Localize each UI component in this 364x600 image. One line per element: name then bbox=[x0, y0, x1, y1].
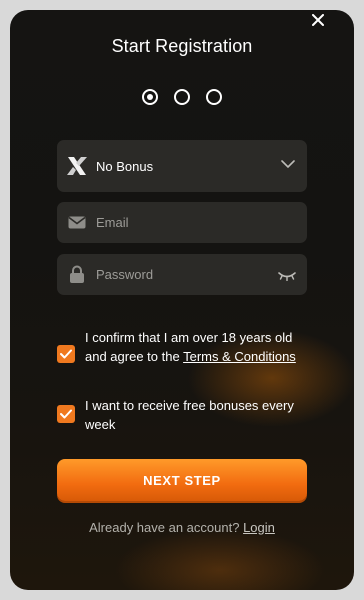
email-placeholder: Email bbox=[96, 215, 129, 230]
checkmark-icon bbox=[60, 409, 72, 419]
age-consent-label: I confirm that I am over 18 years old an… bbox=[85, 330, 296, 364]
login-prompt-text: Already have an account? bbox=[89, 520, 240, 535]
bonus-select-value: No Bonus bbox=[96, 158, 154, 174]
step-1-dot bbox=[142, 89, 158, 105]
chevron-down-icon bbox=[281, 157, 295, 172]
step-indicator bbox=[10, 89, 354, 105]
email-field[interactable]: Email bbox=[57, 202, 307, 243]
page-title: Start Registration bbox=[111, 36, 253, 56]
age-consent-row: I confirm that I am over 18 years old an… bbox=[57, 328, 317, 366]
bonus-consent-checkbox[interactable] bbox=[57, 405, 75, 423]
password-placeholder: Password bbox=[96, 267, 154, 282]
password-field[interactable]: Password bbox=[57, 254, 307, 295]
age-consent-checkbox[interactable] bbox=[57, 345, 75, 363]
close-icon bbox=[312, 14, 324, 26]
next-step-button[interactable]: NEXT STEP bbox=[57, 459, 307, 501]
step-2-dot bbox=[174, 89, 190, 105]
bonus-select[interactable]: No Bonus bbox=[57, 140, 307, 192]
bonus-consent-label: I want to receive free bonuses every wee… bbox=[85, 398, 294, 432]
eye-closed-icon[interactable] bbox=[278, 269, 296, 284]
lock-icon bbox=[66, 264, 88, 286]
x-logo-icon bbox=[66, 155, 88, 177]
login-link[interactable]: Login bbox=[243, 520, 275, 535]
terms-link[interactable]: Terms & Conditions bbox=[183, 349, 296, 364]
mail-icon bbox=[66, 212, 88, 234]
step-3-dot bbox=[206, 89, 222, 105]
checkmark-icon bbox=[60, 349, 72, 359]
login-prompt: Already have an account? Login bbox=[10, 520, 354, 535]
bonus-consent-row: I want to receive free bonuses every wee… bbox=[57, 396, 317, 434]
close-button[interactable] bbox=[307, 10, 329, 31]
registration-modal: Start Registration No Bonus Email Passwo… bbox=[10, 10, 354, 590]
